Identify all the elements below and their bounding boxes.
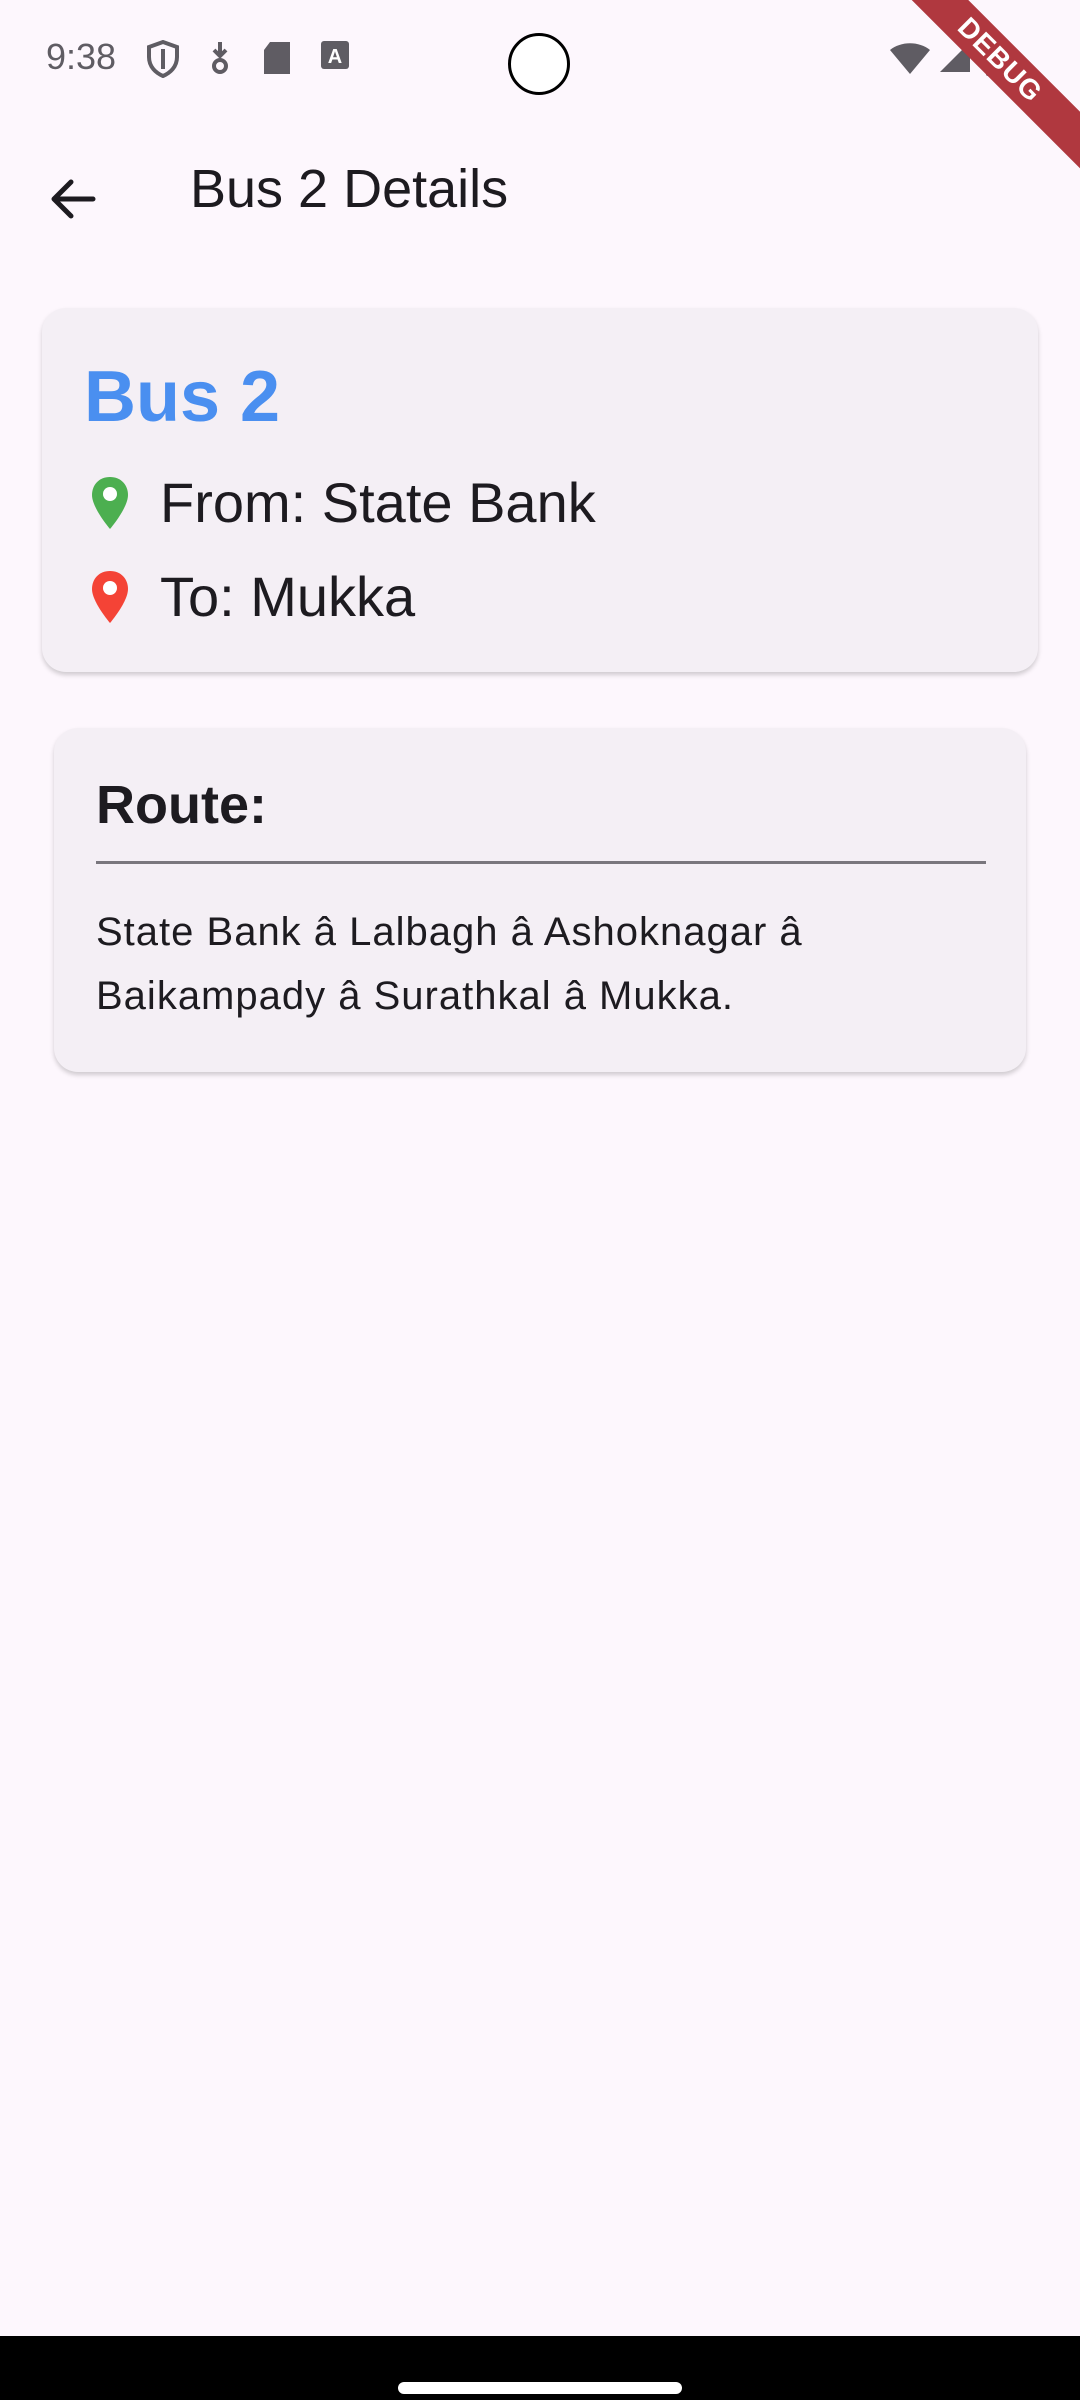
back-button[interactable] bbox=[30, 156, 116, 242]
wifi-icon bbox=[888, 40, 932, 81]
sd-card-icon bbox=[262, 40, 292, 81]
download-icon bbox=[206, 40, 234, 81]
bus-info-card: Bus 2 From: State Bank To: Mukka bbox=[42, 308, 1038, 672]
location-pin-icon bbox=[92, 476, 128, 529]
route-heading: Route: bbox=[96, 775, 267, 835]
app-bar: Bus 2 Details bbox=[0, 120, 1080, 260]
bus-name: Bus 2 bbox=[84, 357, 281, 437]
from-stop: From: State Bank bbox=[160, 471, 596, 534]
text-a-icon: A bbox=[320, 40, 350, 77]
shield-icon bbox=[146, 39, 180, 83]
page-title: Bus 2 Details bbox=[190, 159, 509, 219]
location-pin-icon bbox=[92, 570, 128, 623]
route-text: State Bank â Lalbagh â Ashoknagar â Baik… bbox=[96, 910, 803, 1018]
svg-text:A: A bbox=[328, 46, 342, 68]
camera-cutout bbox=[508, 33, 570, 95]
status-time: 9:38 bbox=[46, 36, 117, 77]
status-bar: 9:38 A DEBUG bbox=[0, 0, 1080, 181]
divider bbox=[96, 861, 986, 864]
arrow-back-icon bbox=[51, 179, 96, 219]
to-row: To: Mukka bbox=[90, 564, 415, 629]
to-stop: To: Mukka bbox=[160, 565, 416, 628]
from-row: From: State Bank bbox=[90, 470, 596, 535]
home-indicator[interactable] bbox=[398, 2382, 682, 2394]
route-card: Route: State Bank â Lalbagh â Ashoknagar… bbox=[54, 728, 1026, 1072]
